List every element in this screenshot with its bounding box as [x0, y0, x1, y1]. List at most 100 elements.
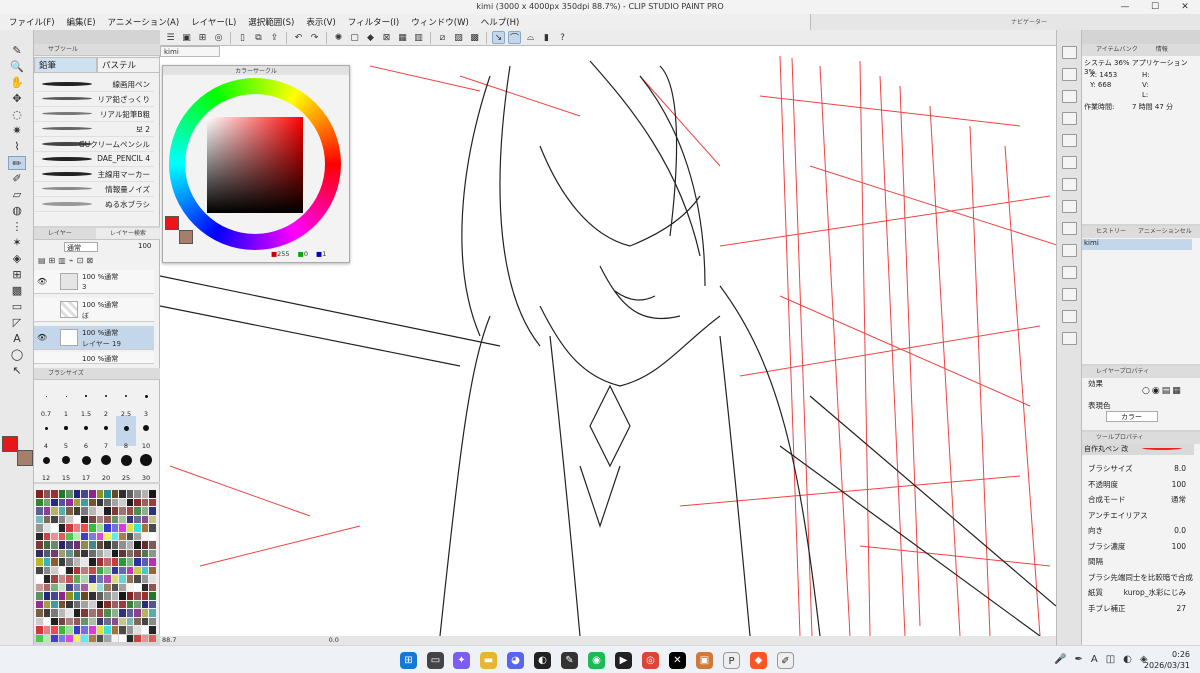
palette-swatch[interactable]: [134, 515, 141, 523]
palette-swatch[interactable]: [73, 507, 81, 515]
brush-item[interactable]: リアル鉛筆B粗: [34, 107, 154, 122]
palette-swatch[interactable]: [149, 575, 156, 583]
palette-swatch[interactable]: [119, 566, 126, 574]
ruler-icon[interactable]: ◸: [8, 316, 26, 330]
layer-row[interactable]: 100 %通常ぼ: [34, 298, 154, 322]
palette-swatch[interactable]: [134, 532, 141, 540]
brush-item[interactable]: 線画用ペン: [34, 77, 154, 92]
palette-swatch[interactable]: [66, 507, 73, 515]
palette-swatch[interactable]: [104, 532, 111, 540]
palette-swatch[interactable]: [119, 600, 126, 608]
stabilizer-1-icon[interactable]: ↘: [492, 31, 505, 44]
palette-swatch[interactable]: [111, 592, 119, 600]
palette-swatch[interactable]: [126, 609, 134, 617]
palette-swatch[interactable]: [111, 524, 119, 532]
palette-swatch[interactable]: [36, 549, 43, 557]
zoom-readout[interactable]: 88.7: [162, 636, 176, 644]
close-button[interactable]: ✕: [1170, 0, 1200, 14]
palette-swatch[interactable]: [58, 498, 66, 506]
app-icon[interactable]: ◐: [534, 652, 551, 669]
panel-toggle-icon[interactable]: [1062, 68, 1077, 81]
palette-swatch[interactable]: [119, 549, 126, 557]
palette-swatch[interactable]: [119, 617, 126, 625]
palette-swatch[interactable]: [36, 609, 43, 617]
palette-swatch[interactable]: [134, 524, 141, 532]
palette-swatch[interactable]: [36, 498, 43, 506]
palette-swatch[interactable]: [96, 532, 104, 540]
clear-icon[interactable]: ▢: [348, 31, 361, 44]
palette-swatch[interactable]: [66, 634, 73, 642]
palette-swatch[interactable]: [51, 558, 58, 566]
tab-info[interactable]: 情報: [1156, 46, 1168, 53]
palette-swatch[interactable]: [96, 558, 104, 566]
palette-swatch[interactable]: [36, 617, 43, 625]
palette-swatch[interactable]: [104, 515, 111, 523]
palette-swatch[interactable]: [119, 634, 126, 642]
chrome-icon[interactable]: ◎: [642, 652, 659, 669]
palette-swatch[interactable]: [141, 617, 149, 625]
history-item[interactable]: kimi: [1082, 239, 1192, 250]
brush-size-option[interactable]: 1: [56, 384, 76, 418]
menu-view[interactable]: 表示(V): [301, 16, 340, 28]
palette-swatch[interactable]: [141, 626, 149, 634]
palette-swatch[interactable]: [126, 592, 134, 600]
palette-swatch[interactable]: [51, 617, 58, 625]
palette-swatch[interactable]: [73, 532, 81, 540]
palette-swatch[interactable]: [126, 566, 134, 574]
palette-swatch[interactable]: [149, 549, 156, 557]
palette-swatch[interactable]: [104, 634, 111, 642]
tool-property-row[interactable]: 手ブレ補正 27: [1084, 602, 1198, 616]
palette-swatch[interactable]: [104, 541, 111, 549]
palette-swatch[interactable]: [88, 507, 96, 515]
palette-swatch[interactable]: [73, 609, 81, 617]
tab-pencil[interactable]: 鉛筆: [34, 57, 97, 73]
brush-size-option[interactable]: 4: [36, 416, 56, 450]
palette-swatch[interactable]: [43, 515, 51, 523]
pencil-icon[interactable]: ✏: [8, 156, 26, 170]
panel-toggle-icon[interactable]: [1062, 332, 1077, 345]
blend-mode-select[interactable]: 通常: [64, 242, 98, 252]
palette-swatch[interactable]: [73, 600, 81, 608]
palette-swatch[interactable]: [104, 566, 111, 574]
redo-icon[interactable]: ↷: [308, 31, 321, 44]
palette-swatch[interactable]: [43, 558, 51, 566]
palette-swatch[interactable]: [66, 524, 73, 532]
menu-window[interactable]: ウィンドウ(W): [406, 16, 474, 28]
palette-swatch[interactable]: [88, 626, 96, 634]
palette-swatch[interactable]: [119, 592, 126, 600]
media-icon[interactable]: ▶: [615, 652, 632, 669]
xp-pen-icon[interactable]: ✎: [561, 652, 578, 669]
palette-swatch[interactable]: [51, 498, 58, 506]
palette-swatch[interactable]: [66, 575, 73, 583]
lasso-icon[interactable]: ◌: [8, 108, 26, 122]
palette-swatch[interactable]: [149, 592, 156, 600]
palette-swatch[interactable]: [104, 490, 111, 498]
palette-swatch[interactable]: [81, 532, 88, 540]
brush-item[interactable]: 主線用マーカー: [34, 167, 154, 182]
palette-swatch[interactable]: [149, 617, 156, 625]
eraser-icon[interactable]: ▱: [8, 188, 26, 202]
palette-swatch[interactable]: [81, 575, 88, 583]
palette-swatch[interactable]: [81, 583, 88, 591]
palette-swatch[interactable]: [134, 626, 141, 634]
rotate-readout[interactable]: 0.0: [329, 636, 339, 644]
palette-swatch[interactable]: [58, 507, 66, 515]
palette-swatch[interactable]: [36, 490, 43, 498]
palette-swatch[interactable]: [126, 541, 134, 549]
palette-swatch[interactable]: [81, 515, 88, 523]
blend-icon[interactable]: ◍: [8, 204, 26, 218]
palette-swatch[interactable]: [96, 617, 104, 625]
palette-swatch[interactable]: [73, 549, 81, 557]
palette-swatch[interactable]: [111, 541, 119, 549]
palette-swatch[interactable]: [111, 498, 119, 506]
palette-swatch[interactable]: [149, 566, 156, 574]
palette-swatch[interactable]: [141, 541, 149, 549]
palette-swatch[interactable]: [51, 515, 58, 523]
palette-swatch[interactable]: [126, 626, 134, 634]
palette-swatch[interactable]: [96, 498, 104, 506]
select-all-icon[interactable]: ⊠: [380, 31, 393, 44]
palette-swatch[interactable]: [119, 558, 126, 566]
palette-swatch[interactable]: [88, 583, 96, 591]
palette-swatch[interactable]: [58, 532, 66, 540]
brush-size-option[interactable]: 7: [96, 416, 116, 450]
